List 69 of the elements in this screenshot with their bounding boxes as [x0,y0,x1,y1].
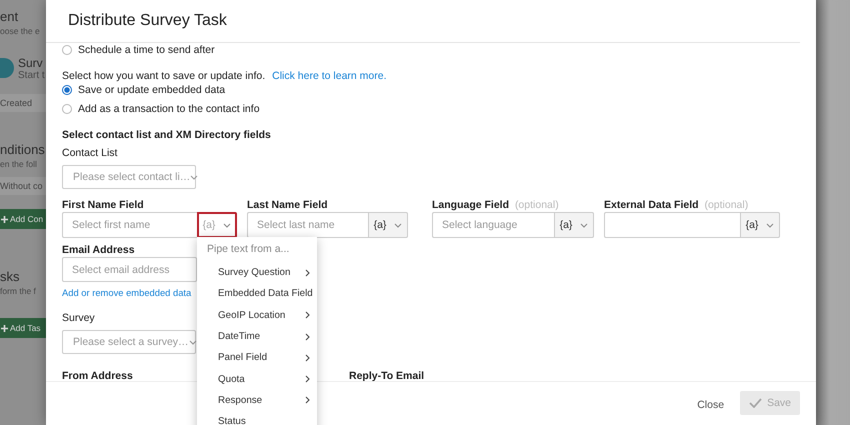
chevron-right-icon [305,268,310,277]
menu-item[interactable]: DateTime [197,326,317,348]
task-card[interactable]: Surv Start t [0,50,46,86]
radio-label: Schedule a time to send after [78,44,215,56]
close-button[interactable]: Close [697,399,724,411]
radio-label: Add as a transaction to the contact info [78,103,260,115]
optional-hint: (optional) [514,199,559,211]
field-label: Email Address [62,243,135,257]
menu-item[interactable]: Status [197,411,317,425]
chevron-right-icon [305,354,310,362]
page-heading: sks [0,269,20,284]
section-heading: Select contact list and XM Directory fields [62,128,272,142]
chevron-down-icon [766,222,774,228]
page-description: en the foll [0,159,37,169]
field-label: Language Field [432,199,510,211]
menu-item[interactable]: Response [197,390,317,412]
chevron-down-icon [394,222,402,228]
menu-item[interactable]: GeoIP Location [197,304,317,326]
chevron-down-icon [223,222,232,228]
chevron-down-icon [190,174,198,180]
card-title: Surv [18,56,44,70]
plus-icon [1,324,8,332]
add-button[interactable]: Add Tas [0,318,46,338]
field-input[interactable]: Select language [432,212,554,238]
dialog-title: Distribute Survey Task [68,12,227,30]
chevron-right-icon [305,396,310,404]
field-label: From Address [62,369,133,383]
chevron-right-icon [305,311,310,320]
card-subtitle: Start t [18,70,45,80]
optional-hint: (optional) [704,199,748,211]
menu-item[interactable]: Quota [197,368,317,390]
field-label: External Data Field [604,199,699,211]
contact-list-select[interactable]: Please select contact li… [62,165,196,189]
field-label: Contact List [62,146,118,160]
learn-more-link[interactable]: Click here to learn more. [272,70,387,82]
chevron-right-icon [305,332,310,341]
field-label: Reply-To Email [349,369,424,383]
field-input[interactable]: Select first name [62,212,197,238]
add-button[interactable]: Add Con [0,209,46,229]
menu-item[interactable]: Panel Field [197,347,317,368]
radio-button[interactable] [62,85,72,95]
field-label: Survey [62,311,95,325]
page-row: Created [0,94,46,112]
chevron-down-icon [188,340,197,344]
radio-label: Save or update embedded data [78,84,226,96]
page-heading: nditions [0,142,45,157]
radio-button[interactable] [62,45,72,55]
piped-text-button[interactable]: {a} [740,212,780,238]
field-label: Last Name Field [247,199,328,211]
menu-header: Pipe text from a... [206,242,290,256]
checkmark-icon [749,398,762,408]
embedded-data-link[interactable]: Add or remove embedded data [62,286,192,300]
chevron-down-icon [580,222,588,228]
piped-text-button[interactable]: {a} [368,212,408,238]
field-label: First Name Field [62,199,144,211]
menu-item[interactable]: Embedded Data Field [197,283,317,305]
page-description: oose the e [0,26,40,36]
plus-icon [1,216,8,222]
piped-text-button[interactable]: {a} [554,212,594,238]
field-input[interactable] [604,212,740,238]
page-heading: ent [0,9,18,24]
chevron-right-icon [305,375,310,384]
save-prompt: Select how you want to save or update info. [62,70,266,82]
menu-item[interactable]: Survey Question [197,262,317,284]
email-input[interactable]: Select email address [62,257,197,282]
page-description: form the f [0,286,36,296]
page-row: Without co [0,177,46,195]
radio-button[interactable] [62,104,72,114]
survey-select[interactable]: Please select a survey… [62,330,196,354]
